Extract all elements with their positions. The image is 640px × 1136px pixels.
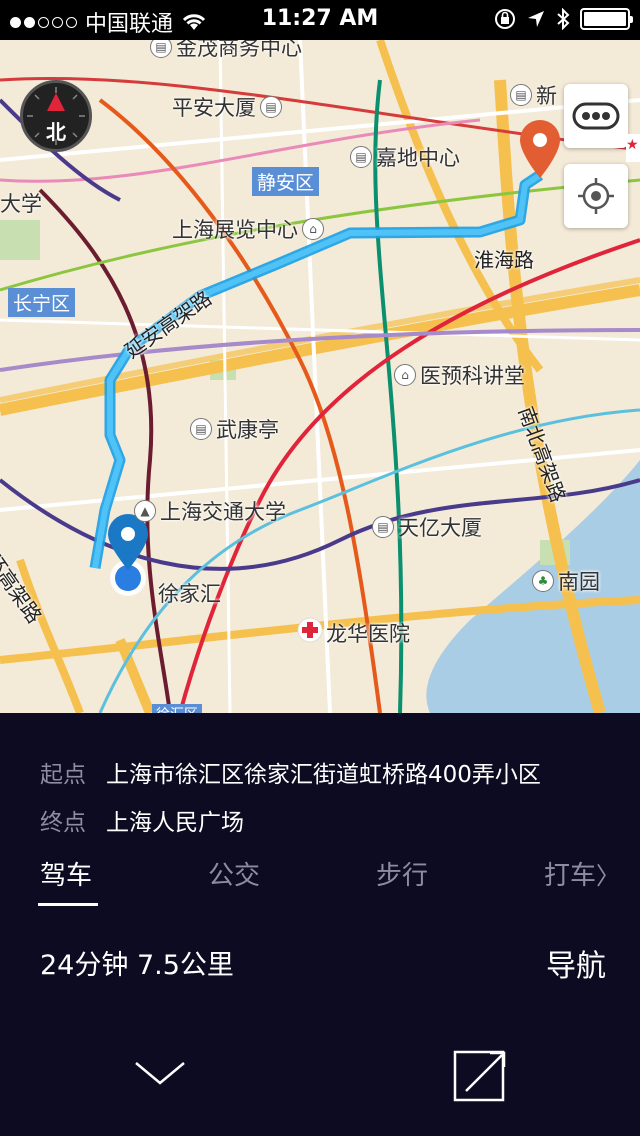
building-icon: ▤ (510, 84, 532, 106)
map-label-pingan: 平安大厦 ▤ (172, 92, 282, 122)
map-label-wukang: ▤ 武康亭 (190, 414, 279, 444)
map-label-zhanlan: 上海展览中心 ⌂ (172, 214, 324, 244)
tab-taxi[interactable]: 打车〉 (544, 855, 620, 892)
start-address: 上海市徐汇区徐家汇街道虹桥路400弄小区 (106, 762, 541, 788)
collapse-button[interactable] (130, 1053, 190, 1093)
chevron-down-icon (135, 1062, 185, 1085)
district-label-xuhui: 徐汇区 (152, 704, 202, 713)
landmark-icon: ⌂ (394, 364, 416, 386)
building-icon: ▤ (350, 146, 372, 168)
district-label-jingan: 静安区 (252, 167, 320, 196)
signal-strength-icon (10, 16, 77, 28)
route-panel: 起点 上海市徐汇区徐家汇街道虹桥路400弄小区 终点 上海人民广场 驾车 公交 … (0, 713, 640, 1136)
map-label-tianyi: ▤ 天亿大厦 (372, 512, 482, 542)
star-icon: ★ (626, 137, 639, 153)
start-row[interactable]: 起点 上海市徐汇区徐家汇街道虹桥路400弄小区 (40, 755, 541, 789)
district-label-changning: 长宁区 (8, 288, 76, 317)
expand-arrow-icon (453, 1050, 506, 1102)
poi-marker-edge: ★ (626, 134, 640, 162)
map-label-longhua: 龙华医院 (326, 622, 410, 646)
locate-crosshair-icon (578, 178, 614, 214)
wifi-icon (182, 14, 206, 30)
building-icon: ▤ (190, 418, 212, 440)
status-bar: 中国联通 11:27 AM (0, 0, 640, 40)
navigate-button[interactable]: 导航 (546, 941, 606, 985)
more-icon (572, 102, 620, 130)
chevron-right-icon: 〉 (596, 862, 621, 890)
rotation-lock-icon (495, 9, 515, 29)
end-address: 上海人民广场 (106, 810, 244, 836)
locate-me-button[interactable] (564, 164, 628, 228)
map-label-daxue: 大学 (0, 192, 42, 216)
road-label-huaihai: 淮海路 (474, 248, 534, 272)
carrier-name: 中国联通 (85, 12, 174, 37)
map-base-layer (0, 40, 640, 713)
map-label-jiadi: ▤ 嘉地中心 (350, 142, 460, 172)
school-icon: ▲ (134, 500, 156, 522)
end-row[interactable]: 终点 上海人民广场 (40, 803, 244, 837)
map-label-jiaotong: ▲ 上海交通大学 (134, 496, 286, 526)
landmark-icon: ⌂ (302, 218, 324, 240)
building-icon: ▤ (260, 96, 282, 118)
map-label-yiyu: ⌂ 医预科讲堂 (394, 360, 525, 390)
location-arrow-icon (528, 11, 544, 27)
map-label-xinshijie: ▤ 新 (510, 80, 557, 110)
active-tab-indicator (38, 903, 98, 906)
map-view[interactable]: ▤ 金茂商务中心 平安大厦 ▤ ▤ 新 大学 静安区 ▤ 嘉地中心 上海展览中心 ⌂ 淮海… (0, 40, 640, 713)
battery-icon (580, 8, 633, 30)
bluetooth-icon (557, 8, 570, 30)
start-label: 起点 (40, 762, 86, 788)
building-icon: ▤ (372, 516, 394, 538)
expand-button[interactable] (452, 1049, 508, 1105)
tab-drive[interactable]: 驾车 (40, 855, 92, 892)
map-label-xujiahui: 徐家汇 (158, 582, 221, 606)
tab-transit[interactable]: 公交 (208, 855, 260, 892)
map-label-jinmao: ▤ 金茂商务中心 (150, 40, 302, 62)
compass-button[interactable]: 北 (20, 80, 92, 152)
compass-north-label: 北 (46, 120, 66, 144)
tab-walk[interactable]: 步行 (376, 855, 428, 892)
building-icon: ▤ (150, 40, 172, 58)
end-label: 终点 (40, 810, 86, 836)
map-label-nanyuan: ♣ 南园 (532, 566, 600, 596)
route-summary: 24分钟 7.5公里 (40, 950, 234, 981)
transport-mode-tabs: 驾车 公交 步行 打车〉 (40, 855, 640, 909)
more-options-button[interactable] (564, 84, 628, 148)
park-icon: ♣ (532, 570, 554, 592)
